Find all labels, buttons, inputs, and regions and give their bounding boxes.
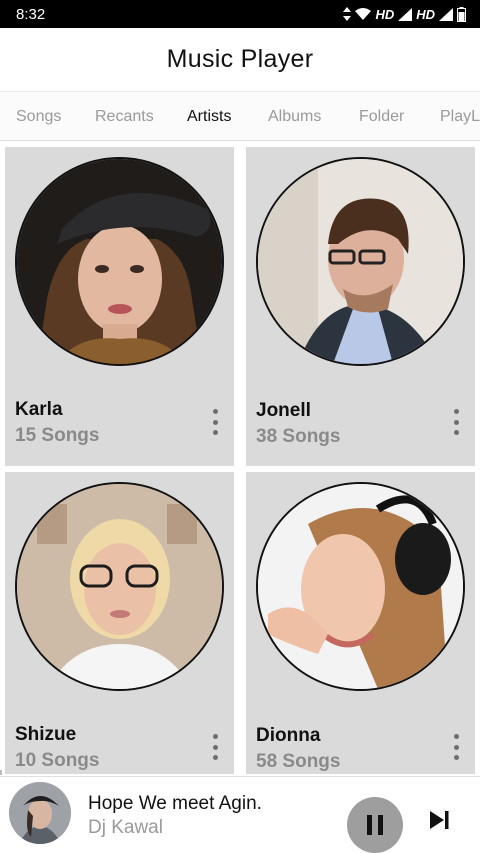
tab-albums[interactable]: Albums [268, 108, 321, 126]
status-time: 8:32 [16, 5, 46, 23]
cell-signal-icon [439, 7, 453, 21]
scroll-indicator [0, 770, 2, 775]
app-title: Music Player [166, 45, 314, 73]
more-vertical-icon[interactable] [210, 409, 220, 435]
network-type-2: HD [416, 6, 435, 22]
artist-name: Dionna [256, 725, 321, 746]
artist-photo [17, 484, 222, 689]
artist-song-count: 38 Songs [256, 426, 341, 447]
artist-song-count: 15 Songs [15, 425, 100, 446]
skip-next-icon[interactable] [426, 807, 452, 833]
network-type-1: HD [375, 6, 395, 22]
now-playing-artist: Dj Kawal [88, 817, 163, 838]
artist-song-count: 10 Songs [15, 750, 100, 771]
artist-photo [258, 159, 463, 364]
artist-avatar [256, 482, 465, 691]
now-playing-bar[interactable]: Hope We meet Agin. Dj Kawal [0, 776, 480, 853]
app-bar: Music Player [0, 28, 480, 92]
artist-card[interactable]: Dionna 58 Songs [246, 472, 475, 774]
artist-card[interactable]: Jonell 38 Songs [246, 147, 475, 466]
tab-artists[interactable]: Artists [187, 108, 231, 126]
artist-card[interactable]: Shizue 10 Songs [5, 472, 234, 774]
more-vertical-icon[interactable] [451, 734, 461, 760]
artist-name: Karla [15, 399, 63, 420]
now-playing-title: Hope We meet Agin. [88, 793, 262, 814]
tab-recants[interactable]: Recants [95, 108, 154, 126]
status-bar: 8:32 HD HD [0, 0, 480, 28]
tab-bar: Songs Recants Artists Albums Folder Play… [0, 93, 480, 141]
more-vertical-icon[interactable] [210, 734, 220, 760]
artist-avatar [15, 482, 224, 691]
more-vertical-icon[interactable] [451, 409, 461, 435]
battery-icon [457, 6, 466, 22]
tab-playlist[interactable]: PlayL [440, 108, 480, 126]
artist-name: Jonell [256, 400, 311, 421]
album-art-image [9, 782, 71, 844]
data-arrows-icon [343, 7, 352, 21]
artist-photo [258, 484, 463, 689]
status-icons: HD HD [343, 6, 466, 22]
artist-name: Shizue [15, 724, 77, 745]
tab-songs[interactable]: Songs [16, 108, 61, 126]
artist-song-count: 58 Songs [256, 751, 341, 772]
now-playing-artwork [9, 782, 71, 844]
artist-photo [17, 159, 222, 364]
tab-folder[interactable]: Folder [359, 108, 404, 126]
pause-button[interactable] [347, 797, 403, 853]
artist-grid: Karla 15 Songs Jonell 38 Songs Shizue 10… [0, 142, 480, 774]
cell-signal-icon [398, 7, 413, 21]
artist-avatar [256, 157, 465, 366]
artist-avatar [15, 157, 224, 366]
wifi-icon [355, 8, 372, 20]
artist-card[interactable]: Karla 15 Songs [5, 147, 234, 466]
